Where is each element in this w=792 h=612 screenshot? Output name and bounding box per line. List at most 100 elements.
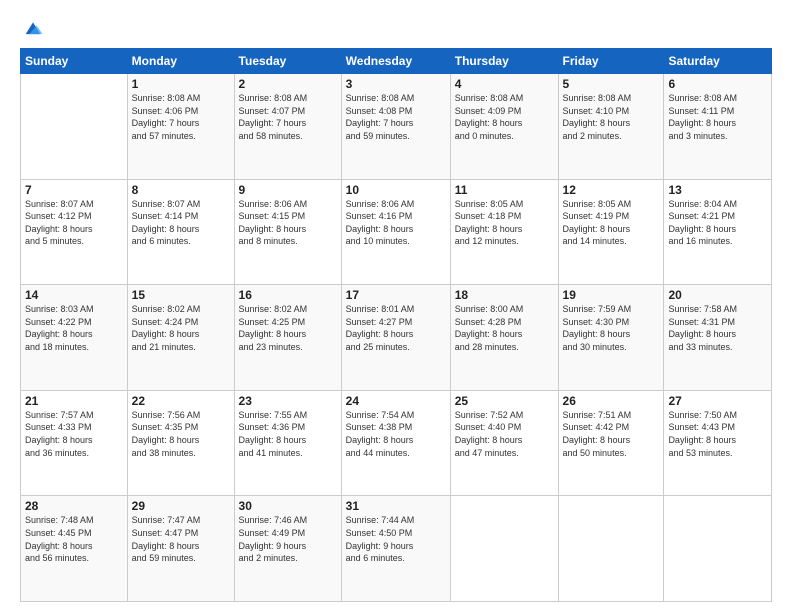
day-number: 1 (132, 77, 230, 91)
day-info: Sunrise: 7:56 AM Sunset: 4:35 PM Dayligh… (132, 409, 230, 459)
calendar-cell: 8Sunrise: 8:07 AM Sunset: 4:14 PM Daylig… (127, 179, 234, 285)
calendar-cell (450, 496, 558, 602)
day-number: 11 (455, 183, 554, 197)
calendar-cell: 11Sunrise: 8:05 AM Sunset: 4:18 PM Dayli… (450, 179, 558, 285)
day-number: 8 (132, 183, 230, 197)
day-number: 26 (563, 394, 660, 408)
day-number: 14 (25, 288, 123, 302)
calendar-cell: 18Sunrise: 8:00 AM Sunset: 4:28 PM Dayli… (450, 285, 558, 391)
day-header-friday: Friday (558, 49, 664, 74)
day-info: Sunrise: 8:02 AM Sunset: 4:24 PM Dayligh… (132, 303, 230, 353)
calendar-cell: 28Sunrise: 7:48 AM Sunset: 4:45 PM Dayli… (21, 496, 128, 602)
day-info: Sunrise: 8:04 AM Sunset: 4:21 PM Dayligh… (668, 198, 767, 248)
calendar-cell: 19Sunrise: 7:59 AM Sunset: 4:30 PM Dayli… (558, 285, 664, 391)
day-number: 17 (346, 288, 446, 302)
calendar-cell: 26Sunrise: 7:51 AM Sunset: 4:42 PM Dayli… (558, 390, 664, 496)
calendar-cell: 21Sunrise: 7:57 AM Sunset: 4:33 PM Dayli… (21, 390, 128, 496)
day-number: 24 (346, 394, 446, 408)
day-info: Sunrise: 7:58 AM Sunset: 4:31 PM Dayligh… (668, 303, 767, 353)
day-number: 30 (239, 499, 337, 513)
calendar-cell: 20Sunrise: 7:58 AM Sunset: 4:31 PM Dayli… (664, 285, 772, 391)
header-row: SundayMondayTuesdayWednesdayThursdayFrid… (21, 49, 772, 74)
calendar-cell (21, 74, 128, 180)
day-header-thursday: Thursday (450, 49, 558, 74)
day-info: Sunrise: 8:07 AM Sunset: 4:12 PM Dayligh… (25, 198, 123, 248)
calendar-cell: 7Sunrise: 8:07 AM Sunset: 4:12 PM Daylig… (21, 179, 128, 285)
day-info: Sunrise: 8:05 AM Sunset: 4:19 PM Dayligh… (563, 198, 660, 248)
day-number: 5 (563, 77, 660, 91)
day-header-tuesday: Tuesday (234, 49, 341, 74)
week-row-3: 21Sunrise: 7:57 AM Sunset: 4:33 PM Dayli… (21, 390, 772, 496)
logo-icon (22, 18, 44, 40)
page: SundayMondayTuesdayWednesdayThursdayFrid… (0, 0, 792, 612)
calendar-cell: 9Sunrise: 8:06 AM Sunset: 4:15 PM Daylig… (234, 179, 341, 285)
day-info: Sunrise: 7:54 AM Sunset: 4:38 PM Dayligh… (346, 409, 446, 459)
day-info: Sunrise: 8:06 AM Sunset: 4:15 PM Dayligh… (239, 198, 337, 248)
day-number: 18 (455, 288, 554, 302)
day-info: Sunrise: 8:08 AM Sunset: 4:09 PM Dayligh… (455, 92, 554, 142)
calendar-table: SundayMondayTuesdayWednesdayThursdayFrid… (20, 48, 772, 602)
day-info: Sunrise: 8:08 AM Sunset: 4:10 PM Dayligh… (563, 92, 660, 142)
day-info: Sunrise: 7:48 AM Sunset: 4:45 PM Dayligh… (25, 514, 123, 564)
day-number: 7 (25, 183, 123, 197)
day-number: 6 (668, 77, 767, 91)
day-number: 23 (239, 394, 337, 408)
logo (20, 18, 44, 40)
week-row-1: 7Sunrise: 8:07 AM Sunset: 4:12 PM Daylig… (21, 179, 772, 285)
day-info: Sunrise: 7:47 AM Sunset: 4:47 PM Dayligh… (132, 514, 230, 564)
calendar-cell: 27Sunrise: 7:50 AM Sunset: 4:43 PM Dayli… (664, 390, 772, 496)
calendar-cell: 13Sunrise: 8:04 AM Sunset: 4:21 PM Dayli… (664, 179, 772, 285)
day-header-sunday: Sunday (21, 49, 128, 74)
day-number: 13 (668, 183, 767, 197)
week-row-0: 1Sunrise: 8:08 AM Sunset: 4:06 PM Daylig… (21, 74, 772, 180)
calendar-cell: 12Sunrise: 8:05 AM Sunset: 4:19 PM Dayli… (558, 179, 664, 285)
calendar-cell: 16Sunrise: 8:02 AM Sunset: 4:25 PM Dayli… (234, 285, 341, 391)
day-number: 28 (25, 499, 123, 513)
day-info: Sunrise: 7:50 AM Sunset: 4:43 PM Dayligh… (668, 409, 767, 459)
calendar-cell: 17Sunrise: 8:01 AM Sunset: 4:27 PM Dayli… (341, 285, 450, 391)
day-info: Sunrise: 7:57 AM Sunset: 4:33 PM Dayligh… (25, 409, 123, 459)
header (20, 18, 772, 40)
day-header-monday: Monday (127, 49, 234, 74)
calendar-cell: 30Sunrise: 7:46 AM Sunset: 4:49 PM Dayli… (234, 496, 341, 602)
day-info: Sunrise: 8:03 AM Sunset: 4:22 PM Dayligh… (25, 303, 123, 353)
day-info: Sunrise: 8:08 AM Sunset: 4:08 PM Dayligh… (346, 92, 446, 142)
day-info: Sunrise: 7:55 AM Sunset: 4:36 PM Dayligh… (239, 409, 337, 459)
day-info: Sunrise: 8:05 AM Sunset: 4:18 PM Dayligh… (455, 198, 554, 248)
day-number: 2 (239, 77, 337, 91)
calendar-cell: 23Sunrise: 7:55 AM Sunset: 4:36 PM Dayli… (234, 390, 341, 496)
calendar-cell (664, 496, 772, 602)
day-info: Sunrise: 8:00 AM Sunset: 4:28 PM Dayligh… (455, 303, 554, 353)
calendar-cell: 14Sunrise: 8:03 AM Sunset: 4:22 PM Dayli… (21, 285, 128, 391)
calendar-cell: 4Sunrise: 8:08 AM Sunset: 4:09 PM Daylig… (450, 74, 558, 180)
day-number: 10 (346, 183, 446, 197)
day-info: Sunrise: 8:08 AM Sunset: 4:06 PM Dayligh… (132, 92, 230, 142)
day-number: 16 (239, 288, 337, 302)
calendar-cell (558, 496, 664, 602)
day-number: 19 (563, 288, 660, 302)
calendar-cell: 3Sunrise: 8:08 AM Sunset: 4:08 PM Daylig… (341, 74, 450, 180)
day-info: Sunrise: 8:08 AM Sunset: 4:07 PM Dayligh… (239, 92, 337, 142)
calendar-cell: 2Sunrise: 8:08 AM Sunset: 4:07 PM Daylig… (234, 74, 341, 180)
day-number: 15 (132, 288, 230, 302)
day-number: 22 (132, 394, 230, 408)
day-number: 12 (563, 183, 660, 197)
day-number: 25 (455, 394, 554, 408)
day-number: 9 (239, 183, 337, 197)
day-number: 20 (668, 288, 767, 302)
day-number: 4 (455, 77, 554, 91)
day-header-wednesday: Wednesday (341, 49, 450, 74)
calendar-cell: 29Sunrise: 7:47 AM Sunset: 4:47 PM Dayli… (127, 496, 234, 602)
day-info: Sunrise: 8:08 AM Sunset: 4:11 PM Dayligh… (668, 92, 767, 142)
calendar-cell: 1Sunrise: 8:08 AM Sunset: 4:06 PM Daylig… (127, 74, 234, 180)
day-number: 27 (668, 394, 767, 408)
calendar-cell: 6Sunrise: 8:08 AM Sunset: 4:11 PM Daylig… (664, 74, 772, 180)
calendar-cell: 31Sunrise: 7:44 AM Sunset: 4:50 PM Dayli… (341, 496, 450, 602)
day-header-saturday: Saturday (664, 49, 772, 74)
day-info: Sunrise: 7:59 AM Sunset: 4:30 PM Dayligh… (563, 303, 660, 353)
calendar-cell: 24Sunrise: 7:54 AM Sunset: 4:38 PM Dayli… (341, 390, 450, 496)
day-number: 29 (132, 499, 230, 513)
calendar-cell: 15Sunrise: 8:02 AM Sunset: 4:24 PM Dayli… (127, 285, 234, 391)
day-info: Sunrise: 7:44 AM Sunset: 4:50 PM Dayligh… (346, 514, 446, 564)
day-number: 3 (346, 77, 446, 91)
